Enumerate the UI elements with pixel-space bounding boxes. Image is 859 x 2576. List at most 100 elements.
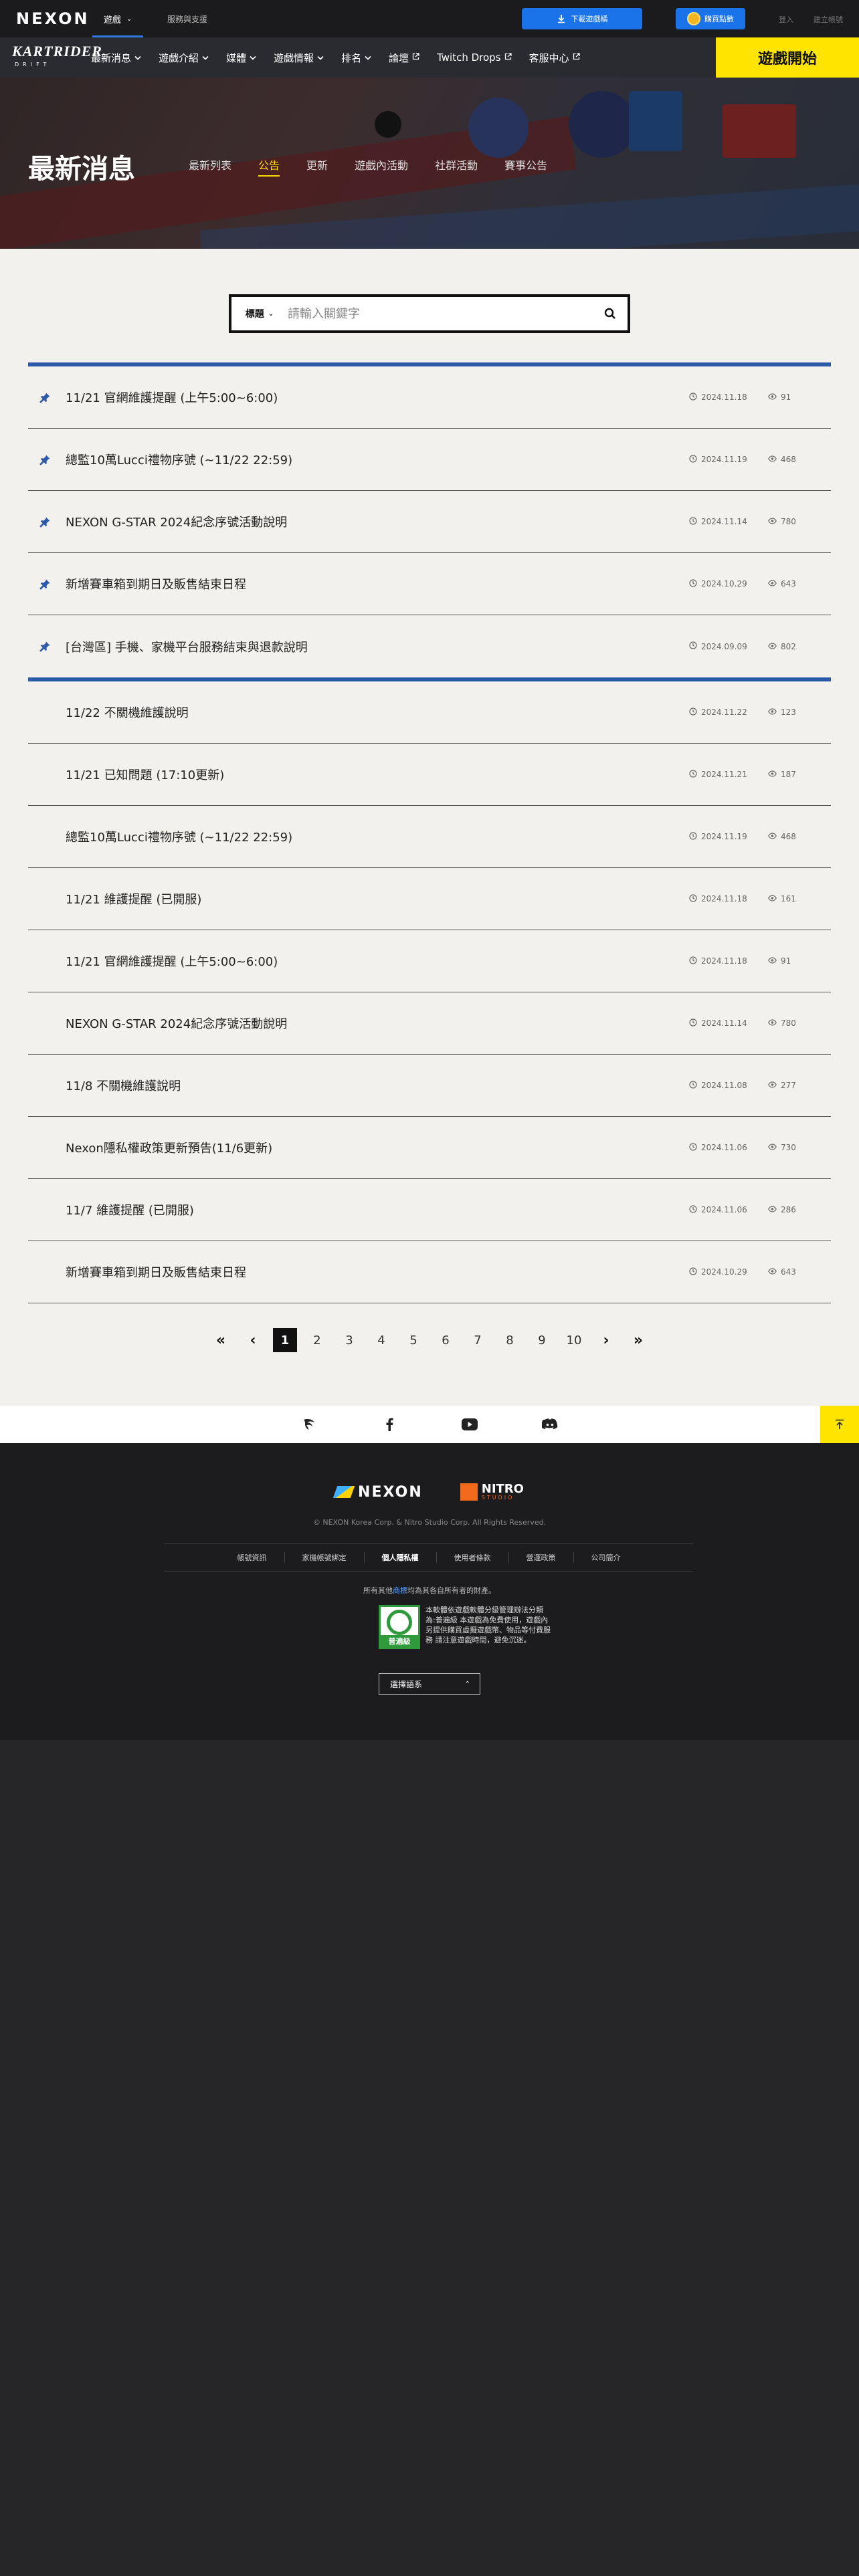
- table-row[interactable]: Nexon隱私權政策更新預告(11/6更新) 2024.11.06 730: [28, 1117, 831, 1179]
- news-tab[interactable]: 賽事公告: [504, 156, 547, 177]
- post-title[interactable]: 11/21 官網維護提醒 (上午5:00~6:00): [66, 952, 278, 970]
- pinned-row[interactable]: NEXON G-STAR 2024紀念序號活動說明 2024.11.14 780: [28, 491, 831, 553]
- post-title[interactable]: 新增賽車箱到期日及販售結束日程: [66, 575, 246, 593]
- first-page-button[interactable]: «: [209, 1328, 233, 1352]
- search-field-select[interactable]: 標題 ⌄: [231, 307, 288, 320]
- game-nav-item-label: 排名: [341, 51, 362, 64]
- game-nav-item[interactable]: 論壇: [389, 51, 419, 65]
- game-nav-item[interactable]: 媒體: [226, 51, 256, 65]
- table-row[interactable]: 11/21 維護提醒 (已開服) 2024.11.18 161: [28, 868, 831, 930]
- post-views: 468: [768, 455, 796, 464]
- discord-icon[interactable]: [542, 1416, 558, 1432]
- scroll-to-top-button[interactable]: [820, 1406, 859, 1443]
- post-title[interactable]: 總監10萬Lucci禮物序號 (~11/22 22:59): [66, 451, 292, 468]
- game-nav-item[interactable]: 排名: [341, 51, 371, 65]
- post-views-value: 468: [781, 832, 796, 841]
- post-title[interactable]: 總監10萬Lucci禮物序號 (~11/22 22:59): [66, 828, 292, 845]
- kartrider-logo[interactable]: KARTRIDER: [12, 43, 102, 60]
- table-row[interactable]: 11/21 已知問題 (17:10更新) 2024.11.21 187: [28, 744, 831, 806]
- table-row[interactable]: 新增賽車箱到期日及販售結束日程 2024.10.29 643: [28, 1241, 831, 1303]
- game-nav-item[interactable]: 客服中心: [529, 51, 580, 65]
- post-title[interactable]: 11/21 官網維護提醒 (上午5:00~6:00): [66, 389, 278, 406]
- post-title[interactable]: 11/21 維護提醒 (已開服): [66, 890, 201, 907]
- page-number-button[interactable]: 10: [562, 1328, 586, 1352]
- page-number-button[interactable]: 1: [273, 1328, 297, 1352]
- game-nav-item[interactable]: 遊戲情報: [274, 51, 324, 65]
- login-link[interactable]: 登入: [779, 14, 793, 25]
- nitro-mark-icon: [460, 1483, 478, 1501]
- game-nav-item[interactable]: 最新消息: [91, 51, 141, 65]
- post-views-value: 643: [781, 579, 796, 588]
- page-number-button[interactable]: 9: [530, 1328, 554, 1352]
- page-number-button[interactable]: 8: [498, 1328, 522, 1352]
- post-title[interactable]: [台灣區] 手機、家機平台服務結束與退款說明: [66, 638, 308, 655]
- game-nav-item[interactable]: 遊戲介紹: [159, 51, 209, 65]
- page-number-button[interactable]: 5: [401, 1328, 425, 1352]
- post-title[interactable]: NEXON G-STAR 2024紀念序號活動說明: [66, 513, 287, 530]
- post-title[interactable]: 11/22 不關機維護說明: [66, 704, 189, 721]
- last-page-button[interactable]: »: [626, 1328, 650, 1352]
- search-input[interactable]: [288, 297, 593, 330]
- eye-icon: [768, 894, 777, 903]
- support-link[interactable]: 服務與支援: [167, 13, 207, 25]
- table-row[interactable]: NEXON G-STAR 2024紀念序號活動說明 2024.11.14 780: [28, 992, 831, 1055]
- page-number-button[interactable]: 3: [337, 1328, 361, 1352]
- game-start-button[interactable]: 遊戲開始: [716, 37, 859, 78]
- news-tab[interactable]: 公告: [258, 156, 280, 177]
- footer-link[interactable]: 帳號資訊: [220, 1552, 284, 1563]
- pinned-row[interactable]: 總監10萬Lucci禮物序號 (~11/22 22:59) 2024.11.19 4…: [28, 429, 831, 491]
- games-menu[interactable]: 遊戲 ⌄: [92, 0, 143, 37]
- next-page-button[interactable]: ›: [594, 1328, 618, 1352]
- post-title[interactable]: NEXON G-STAR 2024紀念序號活動說明: [66, 1014, 287, 1032]
- game-nav-menu: 最新消息 遊戲介紹 媒體 遊戲情報 排名 論壇 Twitch Drops 客服中心: [91, 37, 597, 78]
- register-link[interactable]: 建立帳號: [814, 14, 843, 25]
- footer-nitro-logo[interactable]: NITRO STUDIO: [460, 1483, 524, 1501]
- pinned-row[interactable]: 新增賽車箱到期日及販售結束日程 2024.10.29 643: [28, 553, 831, 615]
- buy-coin-button[interactable]: 購買點數: [676, 8, 745, 29]
- news-tab[interactable]: 遊戲內活動: [355, 156, 408, 177]
- pinned-row[interactable]: [台灣區] 手機、家機平台服務結束與退款說明 2024.09.09 802: [28, 615, 831, 677]
- page-number-button[interactable]: 4: [369, 1328, 393, 1352]
- post-date: 2024.11.14: [689, 1018, 747, 1029]
- youtube-icon[interactable]: [462, 1416, 478, 1432]
- table-row[interactable]: 11/21 官網維護提醒 (上午5:00~6:00) 2024.11.18 91: [28, 930, 831, 992]
- game-rating: 普遍級 本軟體依遊戲軟體分級管理辦法分類為:普遍級 本遊戲為免費使用，遊戲內另提…: [379, 1605, 553, 1649]
- table-row[interactable]: 11/7 維護提醒 (已開服) 2024.11.06 286: [28, 1179, 831, 1241]
- nexon-community-icon[interactable]: [301, 1416, 317, 1432]
- post-date-value: 2024.10.29: [701, 579, 747, 588]
- language-select[interactable]: 選擇語系 ⌃: [379, 1673, 480, 1695]
- page-number-button[interactable]: 2: [305, 1328, 329, 1352]
- post-title[interactable]: 11/8 不關機維護說明: [66, 1077, 181, 1094]
- pinned-row[interactable]: 11/21 官網維護提醒 (上午5:00~6:00) 2024.11.18 91: [28, 366, 831, 429]
- game-nav-item[interactable]: Twitch Drops: [437, 51, 512, 64]
- download-button[interactable]: 下載遊戲橘: [522, 8, 642, 29]
- footer-link[interactable]: 使用者條款: [436, 1552, 508, 1563]
- footer-link[interactable]: 營運政策: [508, 1552, 573, 1563]
- page-number-button[interactable]: 6: [434, 1328, 458, 1352]
- search-button[interactable]: [593, 308, 628, 320]
- post-views: 123: [768, 708, 796, 717]
- facebook-icon[interactable]: [381, 1416, 397, 1432]
- news-tab[interactable]: 最新列表: [189, 156, 231, 177]
- post-date-value: 2024.11.14: [701, 1018, 747, 1028]
- trademark-link[interactable]: 商標: [393, 1586, 407, 1595]
- news-tab[interactable]: 社群活動: [435, 156, 478, 177]
- footer-link[interactable]: 家機帳號綁定: [284, 1552, 364, 1563]
- post-views: 91: [768, 393, 791, 402]
- footer-link[interactable]: 個人隱私權: [363, 1552, 436, 1563]
- post-title[interactable]: Nexon隱私權政策更新預告(11/6更新): [66, 1139, 272, 1156]
- footer-nexon-logo[interactable]: NEXON: [332, 1484, 423, 1501]
- post-title[interactable]: 新增賽車箱到期日及販售結束日程: [66, 1263, 246, 1281]
- post-title[interactable]: 11/21 已知問題 (17:10更新): [66, 766, 224, 783]
- search-field-label: 標題: [245, 309, 264, 320]
- page-number-button[interactable]: 7: [466, 1328, 490, 1352]
- footer-link[interactable]: 公司簡介: [573, 1552, 638, 1563]
- prev-page-button[interactable]: ‹: [241, 1328, 265, 1352]
- nexon-logo[interactable]: NEXON: [16, 9, 90, 28]
- table-row[interactable]: 11/22 不關機維護說明 2024.11.22 123: [28, 681, 831, 744]
- news-tab[interactable]: 更新: [306, 156, 328, 177]
- table-row[interactable]: 總監10萬Lucci禮物序號 (~11/22 22:59) 2024.11.19 4…: [28, 806, 831, 868]
- table-row[interactable]: 11/8 不關機維護說明 2024.11.08 277: [28, 1055, 831, 1117]
- eye-icon: [768, 956, 777, 966]
- post-title[interactable]: 11/7 維護提醒 (已開服): [66, 1201, 194, 1218]
